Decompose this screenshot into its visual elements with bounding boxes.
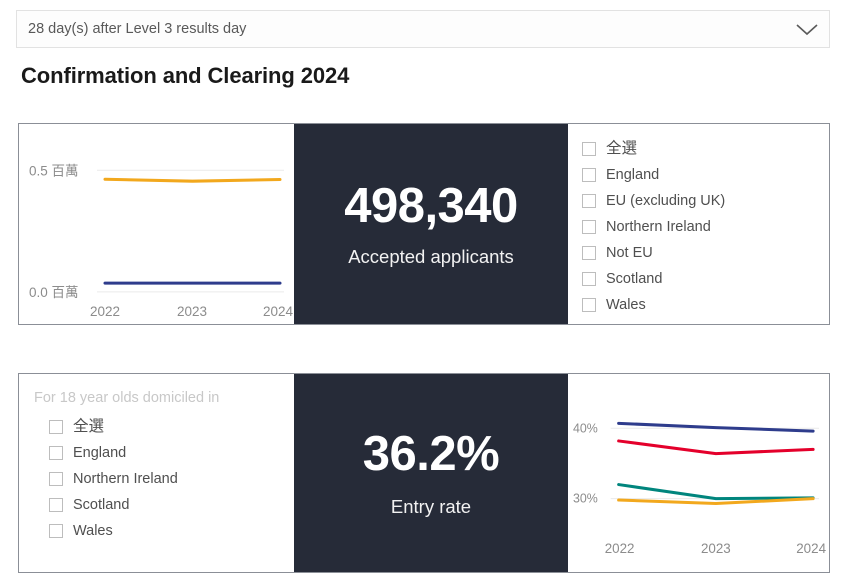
entry-rate-kpi-panel: 36.2% Entry rate bbox=[294, 374, 568, 572]
filter-item-label: Northern Ireland bbox=[73, 470, 178, 487]
filter-item-label: 全選 bbox=[73, 418, 105, 435]
accepted-applicants-caption: Accepted applicants bbox=[348, 245, 514, 267]
filter-item-not-eu[interactable]: Not EU bbox=[582, 240, 829, 266]
filter-item-label: England bbox=[606, 166, 660, 183]
filter-item-northern-ireland[interactable]: Northern Ireland bbox=[33, 466, 294, 492]
filter-item-wales[interactable]: Wales bbox=[582, 292, 829, 318]
filter-item-label: Northern Ireland bbox=[606, 218, 711, 235]
domicile-filter-panel: 全選 England EU (excluding UK) Northern Ir… bbox=[568, 124, 829, 324]
y-tick-40: 40% bbox=[573, 421, 598, 435]
y-tick-lower: 0.0 百萬 bbox=[29, 285, 78, 300]
checkbox-icon[interactable] bbox=[49, 497, 63, 512]
entry-rate-chart-panel: 40% 30% 2022 2023 2024 bbox=[568, 374, 829, 572]
filter-item-label: 全選 bbox=[606, 140, 638, 158]
filter-item-select-all[interactable]: 全選 bbox=[33, 414, 294, 440]
accepted-applicants-chart-panel: 0.5 百萬 0.0 百萬 2022 2023 2024 bbox=[19, 124, 294, 324]
checkbox-icon[interactable] bbox=[582, 194, 596, 208]
y-tick-30: 30% bbox=[573, 492, 598, 506]
x-tick-2023: 2023 bbox=[701, 541, 731, 556]
filter-item-label: Wales bbox=[73, 522, 113, 539]
filter-item-wales[interactable]: Wales bbox=[33, 518, 294, 544]
entry-rate-card: For 18 year olds domiciled in 全選 England… bbox=[18, 373, 830, 573]
accepted-applicants-card: 0.5 百萬 0.0 百萬 2022 2023 2024 498,340 Acc… bbox=[18, 123, 830, 325]
filter-item-eu-excluding-uk[interactable]: EU (excluding UK) bbox=[582, 188, 829, 214]
filter-item-select-all[interactable]: 全選 bbox=[582, 136, 829, 162]
checkbox-icon[interactable] bbox=[582, 168, 596, 182]
checkbox-icon[interactable] bbox=[582, 220, 596, 234]
filter-item-label: Not EU bbox=[606, 244, 653, 261]
checkbox-icon[interactable] bbox=[582, 298, 596, 312]
filter-item-england[interactable]: England bbox=[33, 440, 294, 466]
results-day-slicer[interactable]: 28 day(s) after Level 3 results day bbox=[16, 10, 830, 48]
filter-item-scotland[interactable]: Scotland bbox=[582, 266, 829, 292]
checkbox-icon[interactable] bbox=[582, 142, 596, 156]
accepted-applicants-kpi-panel: 498,340 Accepted applicants bbox=[294, 124, 568, 324]
entry-rate-value: 36.2% bbox=[362, 426, 500, 481]
checkbox-icon[interactable] bbox=[49, 445, 63, 460]
x-tick-2022: 2022 bbox=[605, 541, 635, 556]
age18-domicile-filter-list: For 18 year olds domiciled in 全選 England… bbox=[19, 374, 294, 572]
page-title: Confirmation and Clearing 2024 bbox=[21, 63, 350, 88]
entry-rate-caption: Entry rate bbox=[390, 495, 472, 517]
checkbox-icon[interactable] bbox=[582, 272, 596, 286]
entry-rate-line-chart[interactable]: 40% 30% 2022 2023 2024 bbox=[568, 374, 829, 572]
x-tick-2023: 2023 bbox=[177, 304, 207, 319]
checkbox-icon[interactable] bbox=[49, 419, 63, 434]
series-red-line bbox=[617, 439, 815, 456]
filter-item-northern-ireland[interactable]: Northern Ireland bbox=[582, 214, 829, 240]
x-tick-2024: 2024 bbox=[796, 541, 826, 556]
filter-item-label: Scotland bbox=[606, 270, 663, 287]
checkbox-icon[interactable] bbox=[582, 246, 596, 260]
age18-domicile-filter-panel: For 18 year olds domiciled in 全選 England… bbox=[19, 374, 294, 572]
y-tick-upper: 0.5 百萬 bbox=[29, 163, 78, 178]
series-teal-line bbox=[617, 483, 815, 501]
series-navy-line bbox=[617, 421, 815, 433]
filter-item-label: England bbox=[73, 444, 127, 461]
checkbox-icon[interactable] bbox=[49, 523, 63, 538]
x-tick-2022: 2022 bbox=[90, 304, 120, 319]
filter-list-header: For 18 year olds domiciled in bbox=[34, 390, 220, 406]
accepted-applicants-line-chart[interactable]: 0.5 百萬 0.0 百萬 2022 2023 2024 bbox=[19, 124, 294, 324]
filter-item-scotland[interactable]: Scotland bbox=[33, 492, 294, 518]
x-tick-2024: 2024 bbox=[263, 304, 293, 319]
filter-item-label: Wales bbox=[606, 296, 646, 313]
slicer-value: 28 day(s) after Level 3 results day bbox=[28, 21, 247, 37]
chevron-down-icon[interactable] bbox=[785, 11, 829, 47]
domicile-filter-list: 全選 England EU (excluding UK) Northern Ir… bbox=[568, 124, 829, 324]
filter-item-label: EU (excluding UK) bbox=[606, 192, 726, 209]
accepted-applicants-value: 498,340 bbox=[344, 178, 518, 233]
checkbox-icon[interactable] bbox=[49, 471, 63, 486]
filter-item-england[interactable]: England bbox=[582, 162, 829, 188]
series-orange-line bbox=[103, 177, 282, 183]
filter-item-label: Scotland bbox=[73, 496, 130, 513]
